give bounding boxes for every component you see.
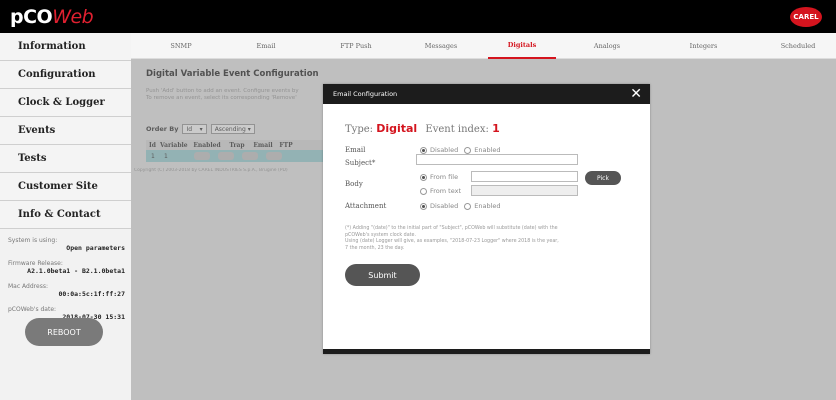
tab-ftp-push[interactable]: FTP Push xyxy=(321,33,391,59)
tab-analogs[interactable]: Analogs xyxy=(577,33,637,59)
sidebar-item-tests[interactable]: Tests xyxy=(0,145,131,173)
event-index-label: Event index: xyxy=(425,124,489,135)
firmware-label: Firmware Release: xyxy=(8,260,63,267)
sidebar-item-events[interactable]: Events xyxy=(0,117,131,145)
mac-value: 00:0a:5c:1f:ff:27 xyxy=(58,290,125,298)
sidebar-item-clock-logger[interactable]: Clock & Logger xyxy=(0,89,131,117)
top-header: pCOWeb CAREL xyxy=(0,0,836,33)
from-text-radio[interactable] xyxy=(420,187,427,195)
file-path-input[interactable] xyxy=(471,171,578,182)
tab-integers[interactable]: Integers xyxy=(671,33,736,59)
tab-digitals[interactable]: Digitals xyxy=(488,33,556,59)
type-value: Digital xyxy=(376,122,418,135)
subject-label: Subject* xyxy=(345,159,376,167)
email-enabled-radio[interactable] xyxy=(464,146,472,154)
attachment-label: Attachment xyxy=(345,202,387,210)
from-file-radio[interactable] xyxy=(420,173,427,181)
tab-bar: SNMP Email FTP Push Messages Digitals An… xyxy=(131,33,836,59)
reboot-button[interactable]: REBOOT xyxy=(25,318,103,346)
attachment-enabled-radio[interactable] xyxy=(464,202,472,210)
email-disabled-radio[interactable] xyxy=(420,146,427,154)
dialog-header: Email Configuration ✕ xyxy=(323,84,650,104)
logo-accent: Web xyxy=(52,6,94,28)
tab-snmp[interactable]: SNMP xyxy=(151,33,211,59)
date-label: pCOWeb's date: xyxy=(8,306,57,313)
body-from-text-option: From text xyxy=(420,187,461,195)
pick-file-button[interactable]: Pick xyxy=(585,171,621,185)
attachment-disabled-label: Disabled xyxy=(430,202,459,210)
attachment-disabled-radio[interactable] xyxy=(420,202,427,210)
email-disabled-label: Disabled xyxy=(430,146,459,154)
email-radio-group: Disabled Enabled xyxy=(420,146,501,154)
event-type-line: Type: Digital Event index: 1 xyxy=(345,122,500,135)
system-value: Open parameters xyxy=(66,244,125,252)
pcoweb-logo: pCOWeb xyxy=(10,6,94,28)
system-info: System is using: Open parameters Firmwar… xyxy=(0,229,131,321)
mac-label: Mac Address: xyxy=(8,283,48,290)
tab-messages[interactable]: Messages xyxy=(406,33,476,59)
tab-scheduled[interactable]: Scheduled xyxy=(763,33,833,59)
logo-main: pCO xyxy=(10,6,53,28)
dialog-title: Email Configuration xyxy=(333,90,398,98)
email-configuration-dialog: Email Configuration ✕ Type: Digital Even… xyxy=(323,84,650,354)
dialog-footer xyxy=(323,349,650,354)
carel-logo: CAREL xyxy=(790,7,822,27)
subject-date-note: (*) Adding "(date)" to the initial part … xyxy=(345,226,633,252)
subject-input[interactable] xyxy=(416,154,578,165)
submit-button[interactable]: Submit xyxy=(345,264,420,286)
sidebar-item-information[interactable]: Information xyxy=(0,33,131,61)
firmware-value: A2.1.0beta1 - B2.1.0beta1 xyxy=(27,267,125,275)
attachment-radio-group: Disabled Enabled xyxy=(420,202,501,210)
close-icon[interactable]: ✕ xyxy=(630,87,642,101)
body-from-file-option: From file xyxy=(420,173,458,181)
tab-email[interactable]: Email xyxy=(236,33,296,59)
email-label: Email xyxy=(345,146,366,154)
body-text-input[interactable] xyxy=(471,185,578,196)
system-label: System is using: xyxy=(8,237,58,244)
sidebar-item-configuration[interactable]: Configuration xyxy=(0,61,131,89)
from-text-label: From text xyxy=(430,187,461,195)
from-file-label: From file xyxy=(430,173,459,181)
type-label: Type: xyxy=(345,124,374,135)
sidebar-item-info-contact[interactable]: Info & Contact xyxy=(0,201,131,229)
email-enabled-label: Enabled xyxy=(474,146,501,154)
sidebar-item-customer-site[interactable]: Customer Site xyxy=(0,173,131,201)
body-label: Body xyxy=(345,180,363,188)
note-line: 7 the month, 23 the day. xyxy=(345,245,405,251)
attachment-enabled-label: Enabled xyxy=(474,202,501,210)
event-index-value: 1 xyxy=(492,122,500,135)
